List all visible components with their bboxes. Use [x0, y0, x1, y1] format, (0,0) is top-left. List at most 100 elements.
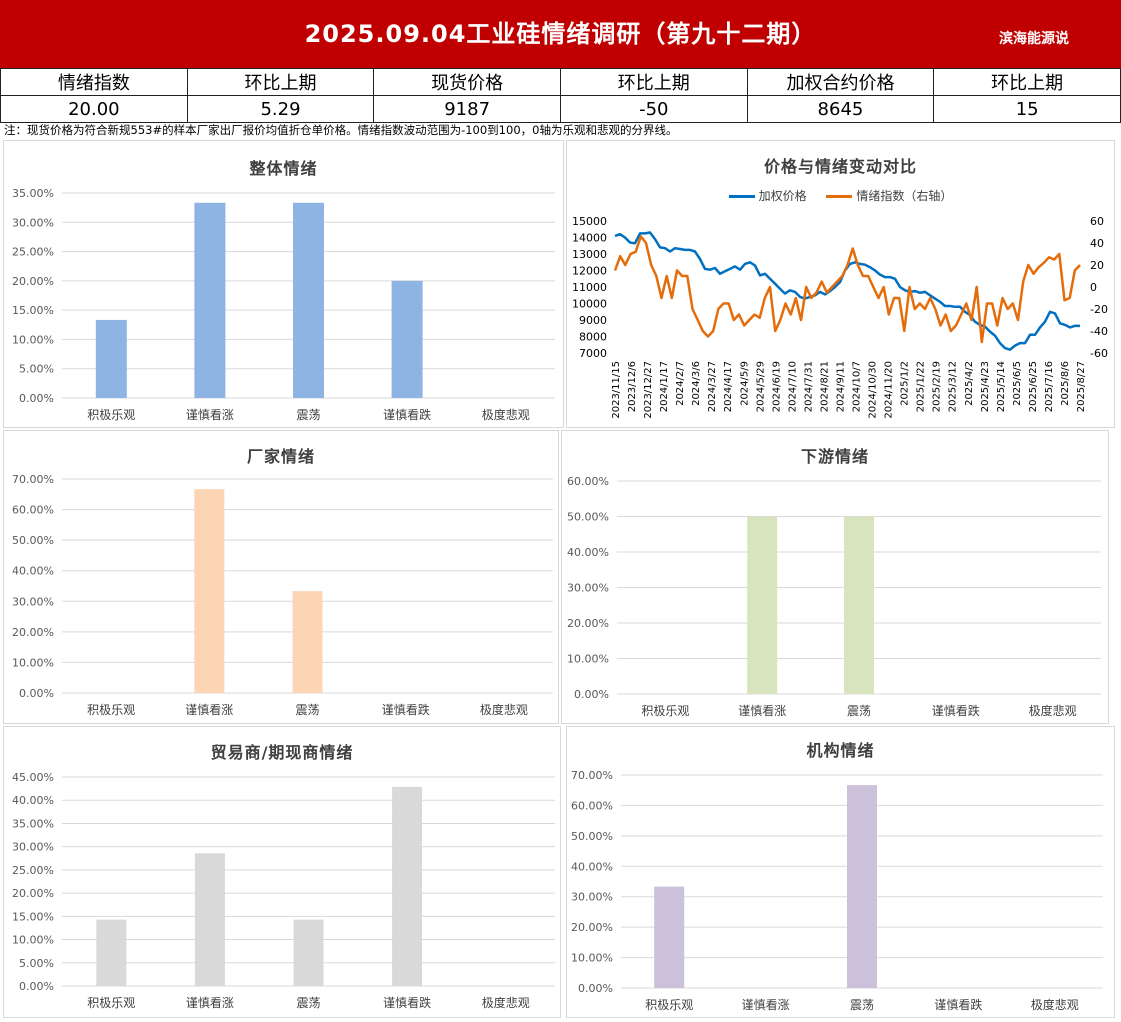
x-tick-label: 2025/5/14 [996, 361, 1007, 412]
bar [654, 886, 685, 988]
x-tick-label: 2024/10/7 [852, 361, 863, 412]
bar [293, 919, 324, 986]
y-tick-label: 30.00% [12, 216, 54, 229]
chart-svg: 0.00% 10.00% 20.00% 30.00% 40.00% 50.00% 60.00… [567, 475, 1101, 718]
summary-value-change-2: -50 [559, 95, 748, 123]
y-tick-label: 0.00% [574, 688, 609, 701]
y-left-tick-label: 7000 [579, 347, 607, 360]
y-right-tick-label: 0 [1090, 281, 1097, 294]
y-tick-label: 35.00% [12, 187, 54, 200]
chart-manufacturer-sentiment: 厂家情绪 0.00% 10.00% 20.00% 30.00% 40.00% 50.00%… [3, 430, 559, 724]
y-tick-label: 10.00% [571, 952, 613, 965]
bar [847, 785, 877, 988]
y-tick-label: 30.00% [571, 891, 613, 904]
summary-value-spot-price: 9187 [373, 95, 561, 123]
y-right-tick-label: 60 [1090, 215, 1104, 228]
y-tick-label: 20.00% [12, 626, 54, 639]
x-tick-label: 2025/1/22 [916, 361, 927, 412]
x-tick-label: 2024/6/19 [771, 361, 782, 412]
x-tick-label: 震荡 [296, 996, 320, 1010]
y-tick-label: 5.00% [19, 363, 54, 376]
y-tick-label: 0.00% [19, 980, 54, 993]
bar [194, 489, 225, 693]
y-tick-label: 70.00% [571, 769, 613, 782]
y-right-tick-label: -40 [1090, 325, 1108, 338]
bar [95, 319, 127, 398]
x-tick-label: 谨慎看涨 [186, 407, 234, 422]
y-tick-label: 0.00% [19, 392, 54, 405]
y-right-tick-label: -60 [1090, 347, 1108, 360]
x-tick-label: 2024/10/30 [868, 361, 879, 419]
bar [747, 516, 778, 694]
summary-table: 情绪指数 环比上期 现货价格 环比上期 加权合约价格 环比上期 20.00 5.… [0, 68, 1121, 123]
summary-label-change-2: 环比上期 [559, 68, 748, 96]
y-left-tick-label: 12000 [572, 265, 607, 278]
header-banner: 2025.09.04工业硅情绪调研（第九十二期） 滨海能源说 [0, 0, 1121, 68]
y-tick-label: 10.00% [567, 653, 609, 666]
y-tick-label: 45.00% [12, 771, 54, 784]
x-tick-label: 2025/4/2 [964, 361, 975, 406]
bar [293, 202, 324, 398]
x-tick-label: 震荡 [295, 703, 319, 717]
page-title: 2025.09.04工业硅情绪调研（第九十二期） [304, 20, 817, 48]
x-tick-label: 2024/11/20 [884, 361, 895, 419]
y-tick-label: 20.00% [12, 275, 54, 288]
summary-value-change-3: 15 [933, 95, 1121, 123]
y-right-tick-label: 20 [1090, 259, 1104, 272]
x-tick-label: 极度悲观 [1031, 997, 1079, 1012]
y-left-tick-label: 8000 [579, 331, 607, 344]
y-tick-label: 5.00% [19, 957, 54, 970]
y-tick-label: 0.00% [19, 687, 54, 700]
y-left-tick-label: 14000 [572, 232, 607, 245]
footnote: 注：现货价格为符合新规553#的样本厂家出厂报价均值折仓单价格。情绪指数波动范围… [4, 123, 678, 137]
x-tick-label: 2025/7/16 [1044, 361, 1055, 412]
x-tick-label: 2024/4/17 [723, 361, 734, 412]
x-tick-label: 极度悲观 [480, 702, 528, 717]
x-tick-label: 2023/12/6 [627, 361, 638, 412]
summary-label-change-3: 环比上期 [933, 68, 1121, 96]
series-line-price [614, 231, 1081, 351]
y-tick-label: 30.00% [12, 595, 54, 608]
x-tick-label: 2025/4/23 [980, 361, 991, 412]
x-tick-label: 2024/8/21 [819, 361, 830, 412]
y-tick-label: 50.00% [567, 511, 609, 524]
x-tick-label: 谨慎看涨 [738, 703, 786, 718]
x-tick-label: 谨慎看涨 [742, 997, 790, 1012]
x-tick-label: 2024/5/9 [739, 361, 750, 406]
chart-institution-sentiment: 机构情绪 0.00% 10.00% 20.00% 30.00% 40.00% 50.00%… [566, 726, 1115, 1018]
x-tick-label: 积极乐观 [87, 408, 135, 422]
summary-value-row: 20.00 5.29 9187 -50 8645 15 [0, 95, 1121, 123]
series-line-sentiment [613, 235, 1081, 344]
x-tick-label: 积极乐观 [87, 996, 135, 1010]
summary-label-change-1: 环比上期 [186, 68, 375, 96]
x-tick-label: 极度悲观 [482, 995, 530, 1010]
y-tick-label: 25.00% [12, 864, 54, 877]
x-tick-label: 2024/7/10 [787, 361, 798, 412]
bar [194, 202, 226, 398]
y-tick-label: 10.00% [12, 934, 54, 947]
x-tick-label: 积极乐观 [87, 703, 135, 717]
y-tick-label: 25.00% [12, 246, 54, 259]
x-tick-label: 谨慎看跌 [934, 997, 982, 1012]
x-tick-label: 2024/3/6 [691, 361, 702, 406]
bar [292, 591, 323, 693]
y-right-tick-label: 40 [1090, 237, 1104, 250]
x-tick-label: 谨慎看跌 [932, 703, 980, 718]
y-left-tick-label: 10000 [572, 298, 607, 311]
x-tick-label: 谨慎看跌 [382, 702, 430, 717]
x-tick-label: 谨慎看涨 [185, 702, 233, 717]
y-left-tick-label: 11000 [572, 281, 607, 294]
y-left-tick-label: 15000 [572, 215, 607, 228]
chart-svg: 0.00% 5.00% 10.00% 15.00% 20.00% 25.00% 30.00%… [12, 187, 555, 422]
y-tick-label: 60.00% [571, 799, 613, 812]
y-tick-label: 70.00% [12, 473, 54, 486]
x-tick-label: 震荡 [296, 408, 320, 422]
x-tick-label: 2024/3/27 [707, 361, 718, 412]
x-tick-label: 震荡 [847, 704, 871, 718]
brand-label: 滨海能源说 [999, 31, 1069, 47]
y-tick-label: 60.00% [12, 504, 54, 517]
y-tick-label: 35.00% [12, 817, 54, 830]
x-tick-label: 积极乐观 [641, 704, 689, 718]
y-tick-label: 30.00% [12, 841, 54, 854]
chart-price-vs-sentiment: 价格与情绪变动对比 加权价格 情绪指数（右轴） 7000 8000 9000 1000… [566, 140, 1115, 428]
